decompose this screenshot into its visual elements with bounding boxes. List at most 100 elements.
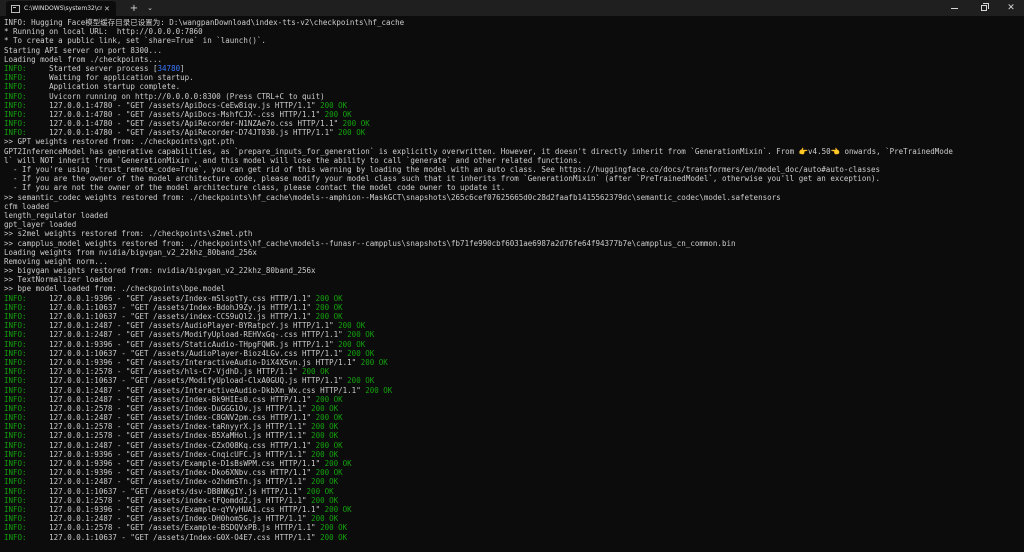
status-ok: 200 OK xyxy=(360,357,388,367)
status-ok: 200 OK xyxy=(365,385,393,395)
line-text: GPT2InferenceModel has generative capabi… xyxy=(4,146,953,156)
status-ok: 200 OK xyxy=(311,422,339,432)
terminal-line: INFO: 127.0.0.1:2578 - "GET /assets/inde… xyxy=(4,496,1022,505)
line-text: 127.0.0.1:2487 - "GET /assets/Index-o2hd… xyxy=(26,477,312,487)
terminal-line: - If you're using `trust_remote_code=Tru… xyxy=(4,165,1022,174)
line-text: >> bpe model loaded from: ./checkpoints\… xyxy=(4,284,226,294)
status-ok: 200 OK xyxy=(320,523,348,533)
status-ok: 200 OK xyxy=(347,348,375,358)
terminal-line: >> semantic_codec weights restored from:… xyxy=(4,193,1022,202)
terminal-line: INFO: 127.0.0.1:10637 - "GET /assets/dsv… xyxy=(4,487,1022,496)
line-text: 127.0.0.1:9396 - "GET /assets/Interactiv… xyxy=(26,357,361,367)
status-ok: 200 OK xyxy=(311,403,339,413)
log-level: INFO: xyxy=(4,91,27,101)
terminal-line: INFO: Application startup complete. xyxy=(4,82,1022,91)
line-text: 127.0.0.1:2487 - "GET /assets/AudioPlaye… xyxy=(26,321,339,331)
terminal-line: >> bigvgan weights restored from: nvidia… xyxy=(4,266,1022,275)
scrollbar[interactable] xyxy=(1020,18,1023,550)
log-level: INFO: xyxy=(4,449,27,459)
terminal-line: >> bpe model loaded from: ./checkpoints\… xyxy=(4,284,1022,293)
terminal-line: INFO: 127.0.0.1:2487 - "GET /assets/Inte… xyxy=(4,386,1022,395)
terminal-line: l` will NOT inherit from `GenerationMixi… xyxy=(4,156,1022,165)
terminal-line: Loading model from ./checkpoints... xyxy=(4,55,1022,64)
log-level: INFO: xyxy=(4,100,27,110)
log-level: INFO: xyxy=(4,73,27,83)
log-level: INFO: xyxy=(4,459,27,468)
line-text: >> TextNormalizer loaded xyxy=(4,275,113,285)
status-ok: 200 OK xyxy=(324,459,352,468)
terminal-line: - If you are the owner of the model arch… xyxy=(4,174,1022,183)
terminal-line: INFO: 127.0.0.1:4780 - "GET /assets/ApiD… xyxy=(4,101,1022,110)
minimize-button[interactable] xyxy=(940,0,968,16)
line-text: 127.0.0.1:9396 - "GET /assets/StaticAudi… xyxy=(26,339,339,349)
line-text: >> GPT weights restored from: ./checkpoi… xyxy=(4,137,235,147)
terminal-line: INFO: Hugging Face模型缓存目录已设置为: D:\wangpan… xyxy=(4,18,1022,27)
log-level: INFO: xyxy=(4,293,27,303)
log-level: INFO: xyxy=(4,321,27,331)
terminal-line: * To create a public link, set `share=Tr… xyxy=(4,36,1022,45)
line-text: - If you are not the owner of the model … xyxy=(4,183,506,193)
status-ok: 200 OK xyxy=(311,431,339,441)
line-text: 127.0.0.1:2487 - "GET /assets/Index-CZxO… xyxy=(26,440,316,450)
terminal-icon xyxy=(11,4,20,13)
line-text: Starting API server on port 8300... xyxy=(4,45,163,55)
log-level: INFO: xyxy=(4,385,27,395)
line-text: Loading weights from nvidia/bigvgan_v2_2… xyxy=(4,247,257,257)
chevron-down-icon[interactable]: ⌄ xyxy=(143,0,157,16)
status-ok: 200 OK xyxy=(347,376,375,386)
terminal-line: INFO: Waiting for application startup. xyxy=(4,73,1022,82)
terminal-line: INFO: 127.0.0.1:9396 - "GET /assets/Inte… xyxy=(4,358,1022,367)
terminal-output[interactable]: INFO: Hugging Face模型缓存目录已设置为: D:\wangpan… xyxy=(4,18,1022,550)
status-ok: 200 OK xyxy=(311,495,339,505)
log-level: INFO: xyxy=(4,63,27,73)
terminal-line: INFO: 127.0.0.1:2578 - "GET /assets/Inde… xyxy=(4,404,1022,413)
line-text: 127.0.0.1:2578 - "GET /assets/index-tFQo… xyxy=(26,495,312,505)
terminal-line: INFO: 127.0.0.1:2578 - "GET /assets/Inde… xyxy=(4,422,1022,431)
log-level: INFO: xyxy=(4,431,27,441)
status-ok: 200 OK xyxy=(311,449,339,459)
status-ok: 200 OK xyxy=(302,367,330,377)
terminal-line: INFO: 127.0.0.1:4780 - "GET /assets/ApiR… xyxy=(4,119,1022,128)
line-text: 127.0.0.1:10637 - "GET /assets/index-CCS… xyxy=(26,312,316,321)
line-text: 127.0.0.1:4780 - "GET /assets/ApiDocs-Ce… xyxy=(26,100,321,110)
terminal-line: INFO: 127.0.0.1:9396 - "GET /assets/Inde… xyxy=(4,294,1022,303)
terminal-line: INFO: 127.0.0.1:2487 - "GET /assets/Inde… xyxy=(4,395,1022,404)
log-level: INFO: xyxy=(4,367,27,377)
log-level: INFO: xyxy=(4,348,27,358)
status-ok: 200 OK xyxy=(320,100,348,110)
log-level: INFO: xyxy=(4,403,27,413)
tab-cmd[interactable]: C:\WINDOWS\system32\cmd.e ✕ xyxy=(6,1,116,16)
line-text: >> s2mel weights restored from: ./checkp… xyxy=(4,229,253,239)
status-ok: 200 OK xyxy=(315,293,343,303)
status-ok: 200 OK xyxy=(315,440,343,450)
terminal-line: INFO: 127.0.0.1:2578 - "GET /assets/Exam… xyxy=(4,523,1022,532)
log-level: INFO: xyxy=(4,330,27,340)
terminal-window: C:\WINDOWS\system32\cmd.e ✕ + ⌄ ✕ INFO: … xyxy=(0,0,1024,552)
terminal-line: >> s2mel weights restored from: ./checkp… xyxy=(4,229,1022,238)
terminal-line: INFO: 127.0.0.1:9396 - "GET /assets/Inde… xyxy=(4,450,1022,459)
terminal-line: INFO: 127.0.0.1:9396 - "GET /assets/Exam… xyxy=(4,505,1022,514)
log-level: INFO: xyxy=(4,394,27,404)
line-text: 127.0.0.1:4780 - "GET /assets/ApiRecorde… xyxy=(26,119,343,129)
log-level: INFO: xyxy=(4,339,27,349)
close-icon[interactable]: ✕ xyxy=(104,5,110,13)
terminal-line: INFO: 127.0.0.1:2487 - "GET /assets/Inde… xyxy=(4,413,1022,422)
line-text: - If you are the owner of the model arch… xyxy=(4,174,880,184)
close-window-icon[interactable]: ✕ xyxy=(998,0,1024,16)
log-level: INFO: xyxy=(4,468,27,478)
status-ok: 200 OK xyxy=(315,468,343,478)
terminal-line: INFO: 127.0.0.1:2578 - "GET /assets/hls-… xyxy=(4,367,1022,376)
terminal-line: INFO: 127.0.0.1:2487 - "GET /assets/Inde… xyxy=(4,441,1022,450)
line-text: 127.0.0.1:2578 - "GET /assets/Index-taRn… xyxy=(26,422,312,432)
log-level: INFO: xyxy=(4,514,27,524)
plus-icon[interactable]: + xyxy=(124,0,144,16)
status-ok: 200 OK xyxy=(315,394,343,404)
terminal-line: INFO: Uvicorn running on http://0.0.0.0:… xyxy=(4,92,1022,101)
title-bar: C:\WINDOWS\system32\cmd.e ✕ + ⌄ ✕ xyxy=(0,0,1024,16)
line-text: gpt_layer loaded xyxy=(4,220,77,230)
terminal-line: INFO: 127.0.0.1:2578 - "GET /assets/Inde… xyxy=(4,431,1022,440)
log-level: INFO: xyxy=(4,119,27,129)
maximize-button[interactable] xyxy=(970,0,998,16)
line-text: 127.0.0.1:2487 - "GET /assets/Index-Bk9H… xyxy=(26,394,316,404)
line-text: 127.0.0.1:9396 - "GET /assets/Example-D1… xyxy=(26,459,325,468)
